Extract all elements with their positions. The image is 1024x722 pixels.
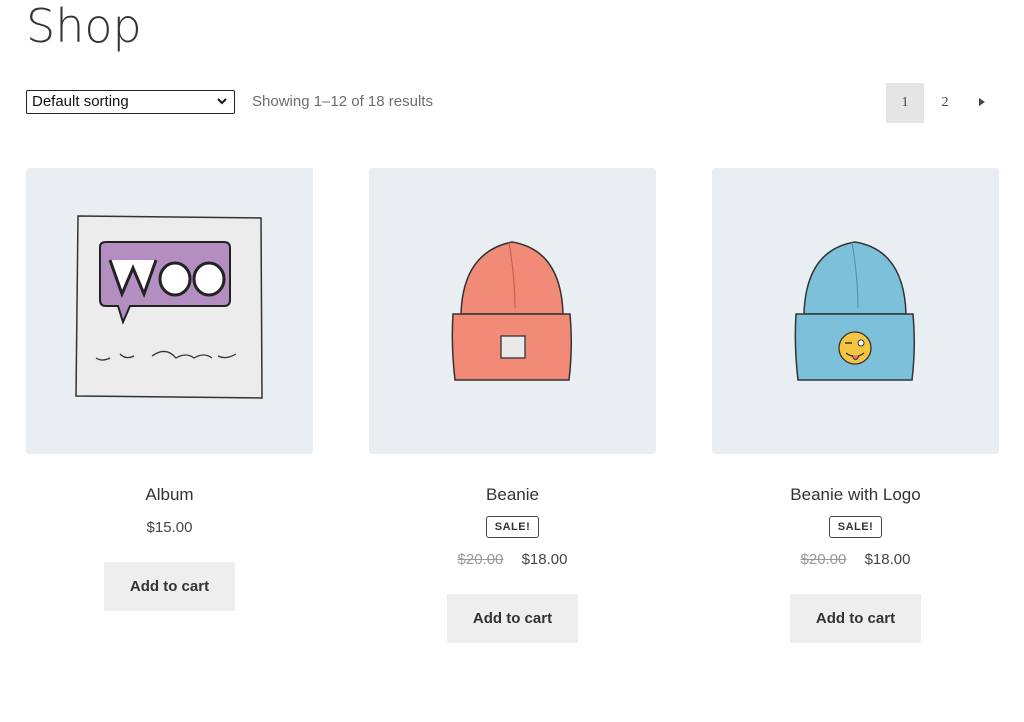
product-image-album[interactable] xyxy=(26,168,313,454)
current-price: $18.00 xyxy=(521,551,568,568)
triangle-right-icon xyxy=(978,97,986,110)
current-price: $18.00 xyxy=(864,551,911,568)
sorting-selected-value: Default sorting xyxy=(32,93,129,110)
sale-badge: SALE! xyxy=(828,516,883,538)
old-price: $20.00 xyxy=(800,551,847,568)
page-title: Shop xyxy=(26,0,142,53)
product-price: $20.00 $18.00 xyxy=(369,550,656,570)
product-card: Album $15.00 Add to cart xyxy=(26,168,313,611)
product-card: Beanie SALE! $20.00 $18.00 Add to cart xyxy=(369,168,656,643)
product-price: $15.00 xyxy=(26,518,313,538)
product-image-beanie-with-logo[interactable] xyxy=(712,168,999,454)
add-to-cart-button[interactable]: Add to cart xyxy=(104,562,235,611)
chevron-down-icon xyxy=(216,92,228,114)
shop-toolbar: Default sorting Showing 1–12 of 18 resul… xyxy=(26,83,998,123)
next-page-link[interactable] xyxy=(966,83,998,123)
old-price: $20.00 xyxy=(457,551,504,568)
add-to-cart-button[interactable]: Add to cart xyxy=(790,594,921,643)
current-price: $15.00 xyxy=(146,519,193,536)
page-2-link[interactable]: 2 xyxy=(926,83,964,123)
product-image-beanie[interactable] xyxy=(369,168,656,454)
add-to-cart-button[interactable]: Add to cart xyxy=(447,594,578,643)
pagination: 1 2 xyxy=(886,83,998,123)
product-title[interactable]: Beanie with Logo xyxy=(712,484,999,506)
product-price: $20.00 $18.00 xyxy=(712,550,999,570)
sale-badge: SALE! xyxy=(485,516,540,538)
product-title[interactable]: Album xyxy=(26,484,313,506)
sorting-select[interactable]: Default sorting xyxy=(26,90,235,114)
page-1-link[interactable]: 1 xyxy=(886,83,924,123)
result-count: Showing 1–12 of 18 results xyxy=(252,93,433,110)
product-card: Beanie with Logo SALE! $20.00 $18.00 Add… xyxy=(712,168,999,643)
product-title[interactable]: Beanie xyxy=(369,484,656,506)
